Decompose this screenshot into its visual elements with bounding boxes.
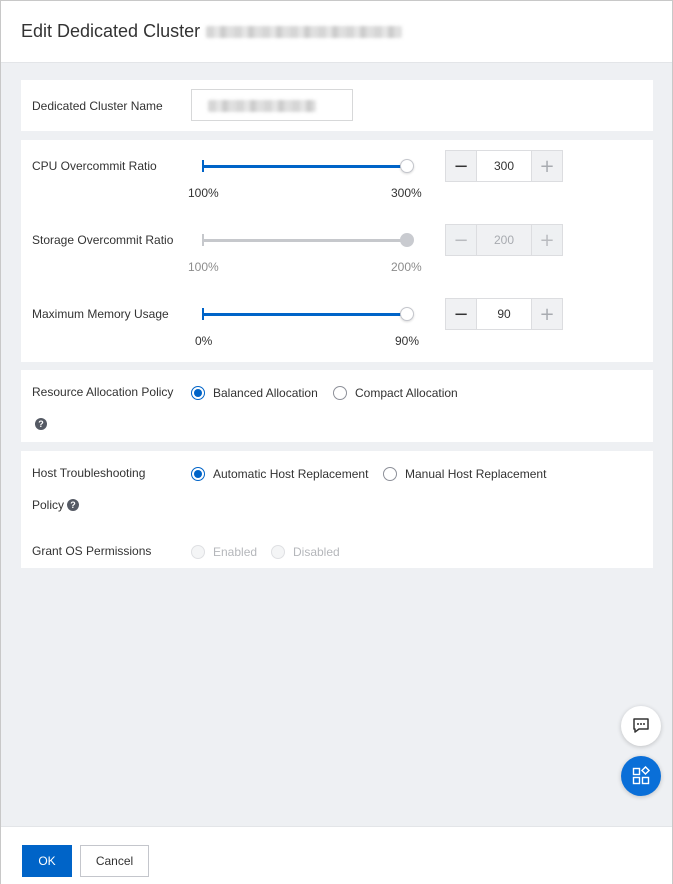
slider-track	[202, 165, 407, 168]
memory-usage-slider[interactable]	[202, 307, 414, 321]
edit-dialog: Edit Dedicated Cluster Dedicated Cluster…	[0, 0, 673, 884]
apps-grid-icon[interactable]	[621, 756, 661, 796]
radio-checked-icon	[191, 386, 205, 400]
cluster-name-label: Dedicated Cluster Name	[32, 99, 163, 113]
cpu-overcommit-stepper: − 300 +	[445, 150, 563, 182]
allocation-policy-label: Resource Allocation Policy	[32, 385, 174, 399]
slider-start-tick	[202, 234, 204, 246]
troubleshooting-label-text: Policy	[32, 498, 65, 512]
radio-label: Enabled	[213, 545, 258, 559]
cpu-increment-button[interactable]: +	[531, 150, 563, 182]
overcommit-section: CPU Overcommit Ratio 100% 300% − 300 + S…	[21, 140, 653, 362]
redacted-cluster-name	[208, 100, 316, 112]
slider-handle[interactable]	[400, 159, 414, 173]
troubleshooting-label-line2: Policy ?	[32, 498, 80, 512]
chat-bubble-icon[interactable]	[621, 706, 661, 746]
storage-value-field: 200	[477, 224, 531, 256]
dialog-footer: OK Cancel	[1, 826, 672, 884]
slider-start-tick	[202, 308, 204, 320]
radio-checked-icon	[191, 467, 205, 481]
cpu-value-field[interactable]: 300	[477, 150, 531, 182]
slider-handle	[400, 233, 414, 247]
slider-handle[interactable]	[400, 307, 414, 321]
troubleshooting-label-line1: Host Troubleshooting	[32, 466, 146, 480]
radio-manual-host-replacement[interactable]: Manual Host Replacement	[383, 467, 546, 481]
memory-max-label: 90%	[395, 334, 420, 348]
radio-automatic-host-replacement[interactable]: Automatic Host Replacement	[191, 467, 368, 481]
storage-max-label: 200%	[391, 260, 422, 274]
cpu-overcommit-label: CPU Overcommit Ratio	[32, 159, 157, 173]
dialog-title: Edit Dedicated Cluster	[21, 21, 403, 42]
cpu-overcommit-slider[interactable]	[202, 159, 414, 173]
slider-track	[202, 239, 407, 242]
radio-unchecked-icon	[383, 467, 397, 481]
storage-increment-button: +	[531, 224, 563, 256]
redacted-cluster-id	[206, 25, 403, 38]
apps-grid-svg	[632, 766, 651, 785]
radio-label: Automatic Host Replacement	[213, 467, 369, 481]
slider-track	[202, 313, 407, 316]
memory-decrement-button[interactable]: −	[445, 298, 477, 330]
os-permissions-label: Grant OS Permissions	[32, 544, 152, 558]
memory-value-field[interactable]: 90	[477, 298, 531, 330]
cpu-max-label: 300%	[391, 186, 422, 200]
storage-min-label: 100%	[188, 260, 219, 274]
cpu-min-label: 100%	[188, 186, 219, 200]
memory-usage-label: Maximum Memory Usage	[32, 307, 169, 321]
storage-overcommit-label: Storage Overcommit Ratio	[32, 233, 174, 247]
question-circle-icon[interactable]: ?	[67, 499, 80, 511]
cpu-decrement-button[interactable]: −	[445, 150, 477, 182]
radio-compact-allocation[interactable]: Compact Allocation	[333, 386, 458, 400]
storage-overcommit-slider	[202, 233, 414, 247]
memory-usage-stepper: − 90 +	[445, 298, 563, 330]
question-circle-icon[interactable]: ?	[35, 418, 47, 430]
radio-balanced-allocation[interactable]: Balanced Allocation	[191, 386, 318, 400]
cluster-name-input[interactable]	[191, 89, 353, 121]
host-policy-section: Host Troubleshooting Policy ? Automatic …	[21, 451, 653, 568]
storage-decrement-button: −	[445, 224, 477, 256]
radio-label: Balanced Allocation	[213, 386, 318, 400]
ok-button[interactable]: OK	[22, 845, 72, 877]
dialog-title-text: Edit Dedicated Cluster	[21, 21, 201, 41]
radio-disabled-icon	[271, 545, 285, 559]
radio-os-disabled: Disabled	[271, 545, 340, 559]
radio-os-enabled: Enabled	[191, 545, 257, 559]
dialog-header: Edit Dedicated Cluster	[1, 1, 672, 63]
radio-label: Disabled	[293, 545, 340, 559]
memory-min-label: 0%	[195, 334, 213, 348]
memory-increment-button[interactable]: +	[531, 298, 563, 330]
chat-bubble-svg	[633, 718, 649, 733]
slider-start-tick	[202, 160, 204, 172]
allocation-policy-section: Resource Allocation Policy ? Balanced Al…	[21, 370, 653, 442]
radio-label: Manual Host Replacement	[405, 467, 547, 481]
cancel-button[interactable]: Cancel	[80, 845, 149, 877]
storage-overcommit-stepper: − 200 +	[445, 224, 563, 256]
radio-disabled-icon	[191, 545, 205, 559]
radio-unchecked-icon	[333, 386, 347, 400]
cluster-name-section: Dedicated Cluster Name	[21, 80, 653, 131]
radio-label: Compact Allocation	[355, 386, 458, 400]
